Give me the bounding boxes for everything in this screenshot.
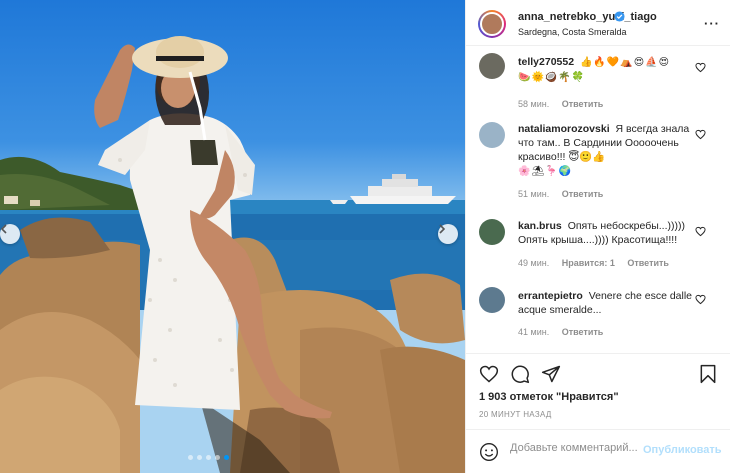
carousel-next-button[interactable] bbox=[438, 224, 458, 244]
comments-list: telly270552 👍🔥🧡⛺😍⛵😍 🍉🌞🥥🌴🍀 58 мин. Ответи… bbox=[466, 47, 730, 347]
commenter-avatar[interactable] bbox=[479, 287, 505, 313]
carousel-dot bbox=[215, 455, 220, 460]
reply-button[interactable]: Ответить bbox=[562, 327, 604, 337]
comment-text-line2: 🍉🌞🥥🌴🍀 bbox=[518, 72, 586, 83]
post-header: anna_netrebko_yusi_tiago Sardegna, Costa… bbox=[466, 0, 730, 46]
commenter-avatar[interactable] bbox=[479, 53, 505, 79]
heart-icon[interactable] bbox=[695, 226, 706, 237]
add-comment-bar: Опубликовать bbox=[466, 429, 730, 473]
reply-button[interactable]: Ответить bbox=[627, 258, 669, 268]
comment-text-line2: 🌸⛱🦩🌍 bbox=[518, 166, 573, 177]
comment-icon[interactable] bbox=[510, 364, 530, 384]
comment-username[interactable]: errantepietro bbox=[518, 290, 583, 302]
commenter-avatar[interactable] bbox=[479, 219, 505, 245]
comment-text: 👍🔥🧡⛺😍⛵😍 bbox=[579, 57, 671, 68]
verified-icon bbox=[614, 11, 625, 22]
comment-likes[interactable]: Нравится: 1 bbox=[562, 258, 615, 268]
carousel-dot bbox=[197, 455, 202, 460]
more-icon: ··· bbox=[704, 16, 720, 31]
author-username[interactable]: anna_netrebko_yusi_tiago bbox=[518, 11, 657, 23]
carousel-dot bbox=[206, 455, 211, 460]
comment-username[interactable]: nataliamorozovski bbox=[518, 123, 610, 135]
more-options-button[interactable]: ··· bbox=[704, 16, 720, 31]
comment-time: 41 мин. bbox=[518, 327, 550, 337]
comment-username[interactable]: kan.brus bbox=[518, 220, 562, 232]
carousel-prev-button[interactable] bbox=[0, 224, 20, 244]
heart-icon[interactable] bbox=[695, 62, 706, 73]
commenter-avatar[interactable] bbox=[479, 122, 505, 148]
emoji-icon[interactable] bbox=[479, 442, 499, 462]
comment-meta: 49 мин. Нравится: 1 Ответить bbox=[518, 258, 679, 268]
author-avatar[interactable] bbox=[478, 10, 506, 38]
heart-icon[interactable] bbox=[695, 129, 706, 140]
carousel-dot bbox=[224, 455, 229, 460]
comment-meta: 51 мин. Ответить bbox=[518, 189, 613, 199]
post-time: 20 МИНУТ НАЗАД bbox=[479, 410, 552, 419]
chevron-left-icon bbox=[0, 224, 7, 234]
share-icon[interactable] bbox=[541, 364, 561, 384]
chevron-right-icon bbox=[439, 224, 446, 234]
bookmark-icon[interactable] bbox=[699, 364, 717, 384]
comment-meta: 41 мин. Ответить bbox=[518, 327, 613, 337]
reply-button[interactable]: Ответить bbox=[562, 189, 604, 199]
photo-scene bbox=[0, 36, 465, 473]
carousel-dot bbox=[188, 455, 193, 460]
likes-count[interactable]: 1 903 отметок "Нравится" bbox=[479, 391, 619, 403]
post-location[interactable]: Sardegna, Costa Smeralda bbox=[518, 27, 627, 37]
publish-button[interactable]: Опубликовать bbox=[643, 444, 722, 456]
comment-username[interactable]: telly270552 bbox=[518, 56, 574, 68]
like-heart-icon[interactable] bbox=[479, 364, 499, 384]
comment-time: 49 мин. bbox=[518, 258, 550, 268]
comment-body: nataliamorozovski Я всегда знала что там… bbox=[518, 122, 698, 179]
comment-body: telly270552 👍🔥🧡⛺😍⛵😍 🍉🌞🥥🌴🍀 bbox=[518, 55, 698, 85]
post-photo[interactable] bbox=[0, 0, 465, 473]
comment-body: kan.brus Опять небоскребы...))))) Опять … bbox=[518, 219, 698, 247]
comment-meta: 58 мин. Ответить bbox=[518, 99, 613, 109]
comment-time: 51 мин. bbox=[518, 189, 550, 199]
post-side-panel: anna_netrebko_yusi_tiago Sardegna, Costa… bbox=[465, 0, 730, 473]
comment-input[interactable] bbox=[510, 442, 650, 454]
heart-icon[interactable] bbox=[695, 294, 706, 305]
carousel-dots bbox=[188, 455, 229, 460]
reply-button[interactable]: Ответить bbox=[562, 99, 604, 109]
comment-body: errantepietro Venere che esce dalle acqu… bbox=[518, 289, 698, 317]
comment-time: 58 мин. bbox=[518, 99, 550, 109]
post-actions: 1 903 отметок "Нравится" 20 МИНУТ НАЗАД bbox=[466, 353, 730, 429]
